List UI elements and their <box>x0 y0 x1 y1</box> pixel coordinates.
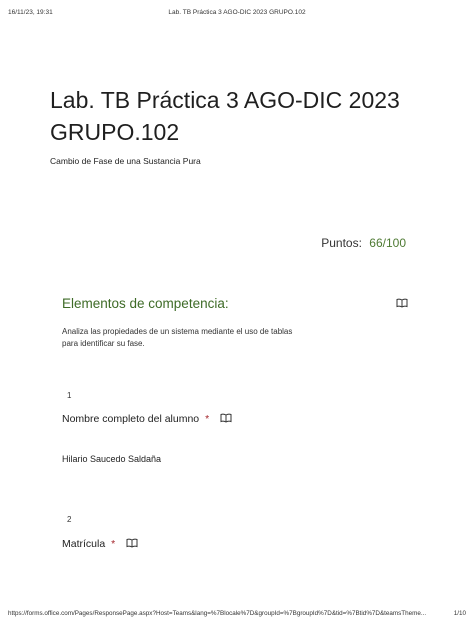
print-document-title: Lab. TB Práctica 3 AGO-DIC 2023 GRUPO.10… <box>168 9 306 16</box>
print-header: 16/11/23, 19:31 Lab. TB Práctica 3 AGO-D… <box>8 9 466 21</box>
immersive-reader-icon[interactable] <box>220 413 232 423</box>
question-number: 2 <box>67 515 72 524</box>
immersive-reader-icon[interactable] <box>396 298 408 308</box>
answer-text: Hilario Saucedo Saldaña <box>62 454 162 464</box>
question-label-text: Nombre completo del alumno <box>62 413 200 425</box>
immersive-reader-icon[interactable] <box>126 538 138 548</box>
page-counter: 1/10 <box>453 610 466 617</box>
score-display: Puntos: 66/100 <box>321 236 406 250</box>
form-title: Lab. TB Práctica 3 AGO-DIC 2023 GRUPO.10… <box>50 87 400 145</box>
question-label-text: Matrícula <box>62 538 106 550</box>
competence-description: Analiza las propiedades de un sistema me… <box>62 327 293 348</box>
score-label: Puntos: <box>321 236 362 250</box>
question-number: 1 <box>67 391 72 400</box>
print-footer: https://forms.office.com/Pages/ResponseP… <box>8 610 466 620</box>
required-marker: * <box>205 413 210 425</box>
required-marker: * <box>111 538 116 550</box>
form-subtitle: Cambio de Fase de una Sustancia Pura <box>50 156 201 166</box>
question-label: Nombre completo del alumno * <box>62 412 232 425</box>
question-label: Matrícula * <box>62 537 138 550</box>
competence-title: Elementos de competencia: <box>62 296 229 311</box>
score-value: 66/100 <box>369 236 406 250</box>
page-url: https://forms.office.com/Pages/ResponseP… <box>8 610 427 617</box>
